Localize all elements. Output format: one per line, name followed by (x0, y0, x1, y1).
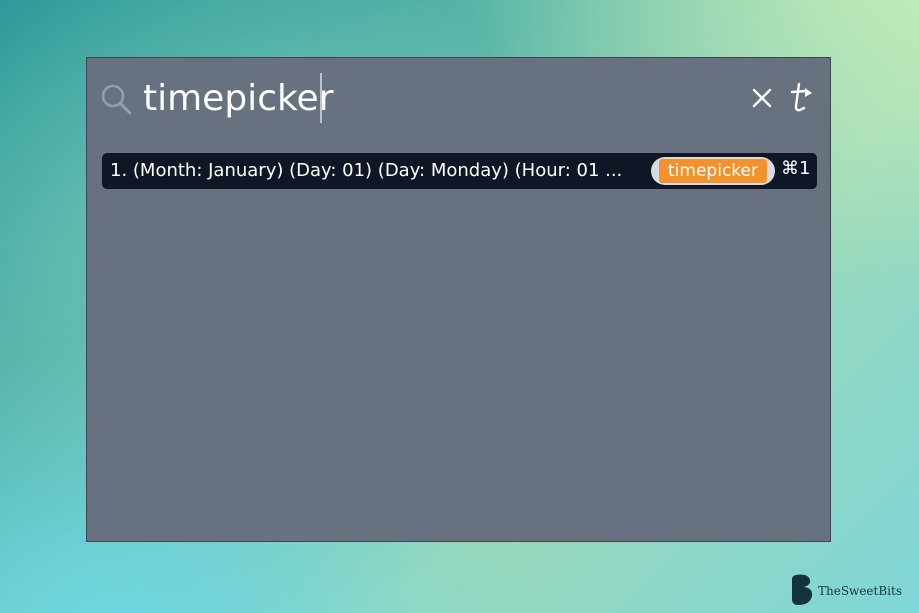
result-item[interactable]: 1. (Month: January) (Day: 01) (Day: Mond… (102, 153, 817, 189)
tag-badge[interactable]: timepicker (651, 157, 775, 185)
close-icon (752, 88, 772, 108)
search-icon (101, 84, 132, 115)
text-cursor (320, 73, 322, 123)
brand-logo-icon (792, 574, 813, 605)
launcher-panel: 1. (Month: January) (Day: 01) (Day: Mond… (86, 57, 831, 542)
tag-filter-button[interactable] (787, 80, 817, 114)
search-input[interactable] (143, 74, 703, 124)
tag-icon (790, 82, 812, 112)
brand-name: TheSweetBits (818, 584, 902, 598)
search-bar (87, 58, 830, 142)
keyboard-shortcut: ⌘1 (781, 158, 811, 179)
result-text: 1. (Month: January) (Day: 01) (Day: Mond… (110, 160, 623, 181)
watermark: TheSweetBits (790, 574, 915, 608)
clear-search-button[interactable] (748, 84, 776, 112)
tag-badge-label: timepicker (659, 159, 767, 183)
